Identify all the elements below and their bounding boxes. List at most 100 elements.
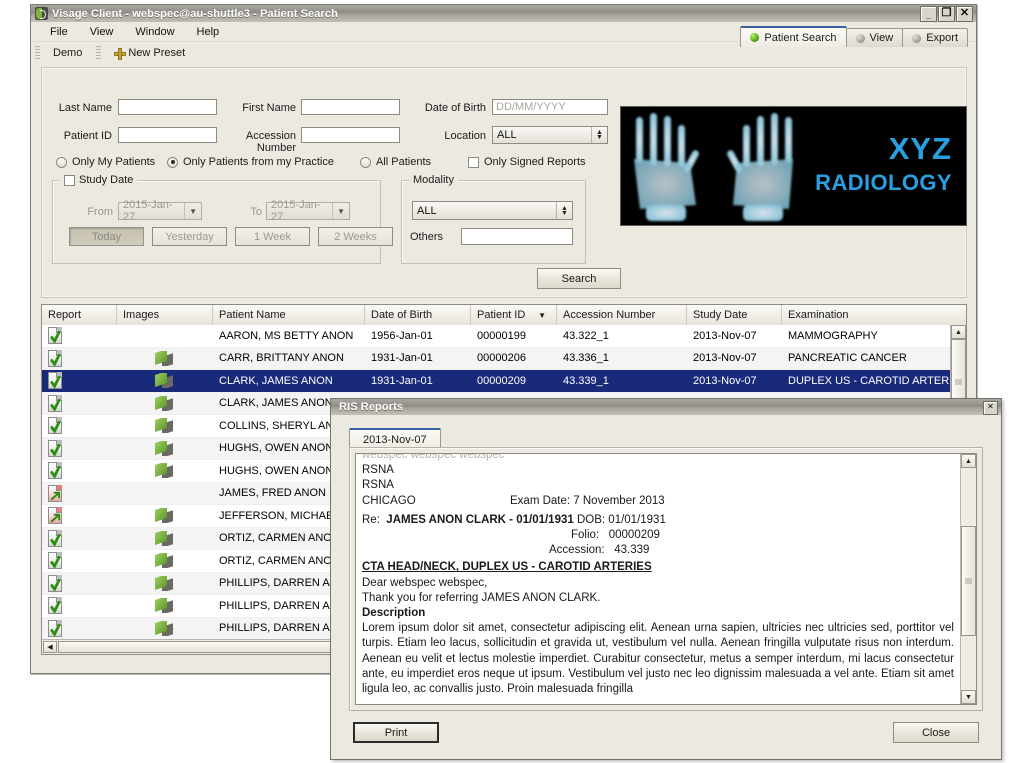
col-accession-number[interactable]: Accession Number xyxy=(557,305,687,325)
report-vertical-scrollbar[interactable]: ▲ ▼ xyxy=(960,454,976,704)
images-icon[interactable] xyxy=(155,350,173,366)
images-icon[interactable] xyxy=(155,620,173,636)
cell-images[interactable] xyxy=(117,530,213,546)
images-icon[interactable] xyxy=(155,395,173,411)
tab-export[interactable]: Export xyxy=(902,28,968,47)
patient-id-input[interactable] xyxy=(118,127,217,143)
report-status-icon[interactable] xyxy=(48,619,62,637)
cell-images[interactable] xyxy=(117,575,213,591)
cell-report[interactable] xyxy=(42,439,117,457)
images-icon[interactable] xyxy=(155,598,173,614)
tab-patient-search[interactable]: Patient Search xyxy=(740,26,847,47)
menu-file[interactable]: File xyxy=(39,24,79,40)
cell-report[interactable] xyxy=(42,417,117,435)
tab-2013-nov-07[interactable]: 2013-Nov-07 xyxy=(349,428,441,449)
report-status-icon[interactable] xyxy=(48,394,62,412)
images-icon[interactable] xyxy=(155,530,173,546)
scroll-up-button[interactable]: ▲ xyxy=(951,325,966,339)
close-button[interactable]: Close xyxy=(893,722,979,743)
cell-report[interactable] xyxy=(42,462,117,480)
cell-report[interactable] xyxy=(42,327,117,345)
scroll-up-button[interactable]: ▲ xyxy=(961,454,976,468)
cell-report[interactable] xyxy=(42,597,117,615)
images-icon[interactable] xyxy=(155,553,173,569)
cell-report[interactable] xyxy=(42,529,117,547)
vertical-scroll-thumb[interactable] xyxy=(961,526,976,636)
toolbar-grip[interactable] xyxy=(35,45,40,61)
cell-images[interactable] xyxy=(117,508,213,524)
report-status-icon[interactable] xyxy=(48,484,62,502)
report-status-icon[interactable] xyxy=(48,597,62,615)
radio-all-patients[interactable]: All Patients xyxy=(360,156,431,168)
menu-help[interactable]: Help xyxy=(186,24,231,40)
checkbox-only-signed-reports[interactable]: Only Signed Reports xyxy=(468,156,586,168)
table-row[interactable]: AARON, MS BETTY ANON 1956-Jan-01 00000199 4… xyxy=(42,325,951,348)
report-status-icon[interactable] xyxy=(48,439,62,457)
report-status-icon[interactable] xyxy=(48,552,62,570)
cell-images[interactable] xyxy=(117,373,213,389)
cell-report[interactable] xyxy=(42,619,117,637)
images-icon[interactable] xyxy=(155,575,173,591)
toolbar-grip-2[interactable] xyxy=(96,45,102,61)
menu-window[interactable]: Window xyxy=(124,24,185,40)
report-status-icon[interactable] xyxy=(48,462,62,480)
images-icon[interactable] xyxy=(155,440,173,456)
quick-today-button[interactable]: Today xyxy=(69,227,144,246)
col-report[interactable]: Report xyxy=(42,305,117,325)
close-button[interactable]: ✕ xyxy=(956,6,973,22)
scroll-left-button[interactable]: ◀ xyxy=(43,641,57,653)
col-date-of-birth[interactable]: Date of Birth xyxy=(365,305,471,325)
quick-1week-button[interactable]: 1 Week xyxy=(235,227,310,246)
cell-report[interactable] xyxy=(42,574,117,592)
report-status-icon[interactable] xyxy=(48,507,62,525)
study-date-group-title[interactable]: Study Date xyxy=(60,174,138,186)
preset-demo-button[interactable]: Demo xyxy=(45,45,90,61)
cell-images[interactable] xyxy=(117,395,213,411)
radio-only-practice-patients[interactable]: Only Patients from my Practice xyxy=(167,156,334,168)
report-status-icon[interactable] xyxy=(48,574,62,592)
quick-yesterday-button[interactable]: Yesterday xyxy=(152,227,227,246)
accession-number-input[interactable] xyxy=(301,127,400,143)
radio-only-my-patients[interactable]: Only My Patients xyxy=(56,156,155,168)
cell-report[interactable] xyxy=(42,552,117,570)
modality-others-input[interactable] xyxy=(461,228,573,245)
col-patient-name[interactable]: Patient Name xyxy=(213,305,365,325)
cell-images[interactable] xyxy=(117,598,213,614)
new-preset-button[interactable]: New Preset xyxy=(106,45,193,61)
table-row[interactable]: CARR, BRITTANY ANON 1931-Jan-01 00000206 43… xyxy=(42,347,951,370)
col-examination[interactable]: Examination xyxy=(782,305,962,325)
date-of-birth-input[interactable] xyxy=(492,99,608,115)
report-status-icon[interactable] xyxy=(48,349,62,367)
first-name-input[interactable] xyxy=(301,99,400,115)
last-name-input[interactable] xyxy=(118,99,217,115)
report-status-icon[interactable] xyxy=(48,372,62,390)
location-select[interactable]: ALL ▲ ▼ xyxy=(492,126,608,144)
images-icon[interactable] xyxy=(155,418,173,434)
study-date-from-select[interactable]: 2015-Jan-27 ▼ xyxy=(118,199,202,223)
col-images[interactable]: Images xyxy=(117,305,213,325)
cell-report[interactable] xyxy=(42,349,117,367)
scroll-down-button[interactable]: ▼ xyxy=(961,690,976,704)
col-patient-id[interactable]: Patient ID ▼ xyxy=(471,305,557,325)
images-icon[interactable] xyxy=(155,463,173,479)
cell-images[interactable] xyxy=(117,350,213,366)
modality-select[interactable]: ALL ▲ ▼ xyxy=(412,201,573,220)
print-button[interactable]: Print xyxy=(353,722,439,743)
table-row[interactable]: CLARK, JAMES ANON 1931-Jan-01 00000209 43.3… xyxy=(42,370,951,393)
cell-images[interactable] xyxy=(117,620,213,636)
report-status-icon[interactable] xyxy=(48,529,62,547)
study-date-to-select[interactable]: 2015-Jan-27 ▼ xyxy=(266,199,350,223)
report-status-icon[interactable] xyxy=(48,417,62,435)
cell-report[interactable] xyxy=(42,507,117,525)
cell-images[interactable] xyxy=(117,418,213,434)
images-icon[interactable] xyxy=(155,508,173,524)
col-study-date[interactable]: Study Date xyxy=(687,305,782,325)
cell-report[interactable] xyxy=(42,372,117,390)
menu-view[interactable]: View xyxy=(79,24,125,40)
cell-report[interactable] xyxy=(42,394,117,412)
quick-2weeks-button[interactable]: 2 Weeks xyxy=(318,227,393,246)
search-button[interactable]: Search xyxy=(537,268,621,289)
cell-images[interactable] xyxy=(117,553,213,569)
minimize-button[interactable]: _ xyxy=(920,6,937,22)
ris-close-icon[interactable]: ✕ xyxy=(983,401,998,415)
